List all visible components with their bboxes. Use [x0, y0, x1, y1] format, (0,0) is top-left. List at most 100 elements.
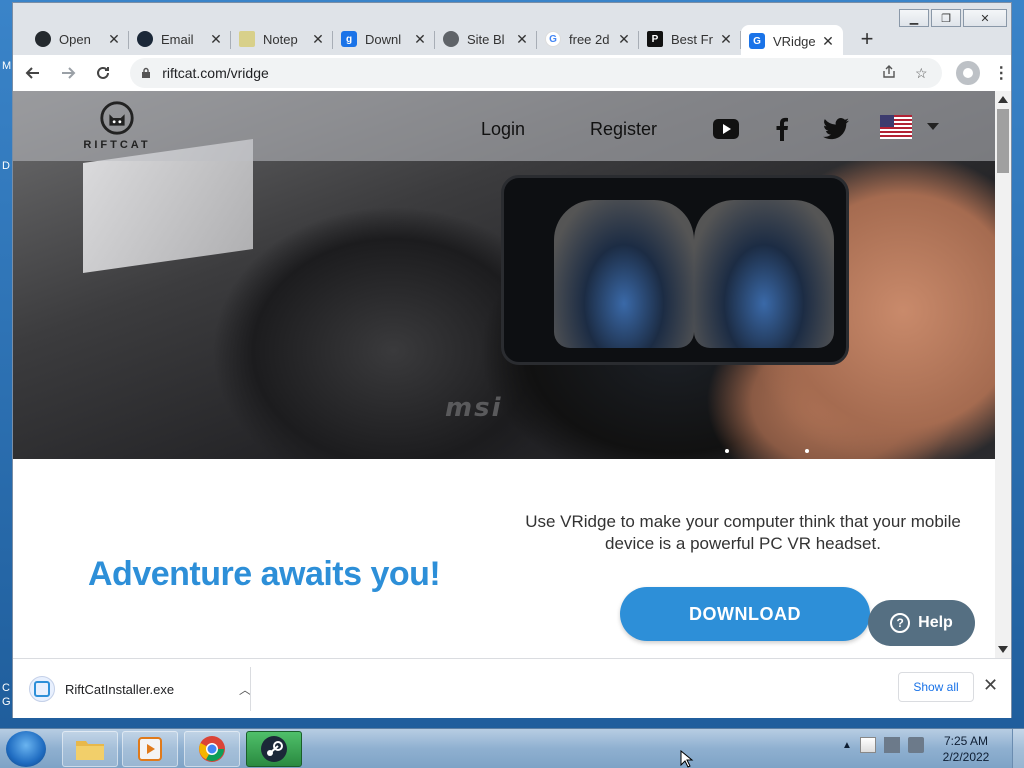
- scroll-up-arrow-icon[interactable]: [998, 96, 1008, 103]
- chrome-icon[interactable]: [184, 731, 240, 767]
- desktop-letter: D: [2, 160, 10, 172]
- profile-avatar[interactable]: [956, 61, 980, 85]
- github-icon: [35, 31, 51, 47]
- lock-icon: [142, 67, 151, 78]
- mouse-cursor-icon: [680, 750, 694, 768]
- tabs-container: Open ✕ Email ✕ Notep ✕ g Downl ✕ Site Bl: [27, 23, 881, 57]
- facebook-icon[interactable]: [769, 117, 795, 141]
- arrow-left-icon: [25, 67, 39, 79]
- tab-close-icon[interactable]: ✕: [719, 31, 733, 48]
- globe-icon: [443, 31, 459, 47]
- show-all-button[interactable]: Show all: [898, 672, 974, 702]
- scroll-thumb[interactable]: [997, 109, 1009, 173]
- tab-close-icon[interactable]: ✕: [107, 31, 121, 48]
- desktop-letter: M: [2, 60, 12, 72]
- google-icon: G: [545, 31, 561, 47]
- language-dropdown-chevron-icon[interactable]: [927, 123, 939, 130]
- new-tab-button[interactable]: +: [853, 25, 881, 53]
- address-bar[interactable]: riftcat.com/vridge ☆: [130, 58, 943, 88]
- register-link[interactable]: Register: [590, 119, 657, 140]
- minimize-button[interactable]: ▁: [899, 9, 929, 27]
- tab-title: Downl: [365, 31, 402, 47]
- tab-close-icon[interactable]: ✕: [821, 33, 835, 50]
- vr-left-lens: [554, 200, 694, 348]
- laptop-brand-logo: msi: [445, 393, 503, 423]
- download-shelf: RiftCatInstaller.exe ︿ Show all ✕: [13, 658, 1011, 718]
- network-icon[interactable]: [883, 737, 900, 753]
- installer-file-icon: [29, 676, 55, 702]
- share-icon[interactable]: [878, 64, 900, 82]
- clock-time: 7:25 AM: [943, 734, 989, 748]
- tab-best-free[interactable]: P Best Fr ✕: [639, 25, 741, 53]
- tab-site-blocker[interactable]: Site Bl ✕: [435, 25, 537, 53]
- tab-title: Notep: [263, 31, 298, 47]
- tab-title: Open: [59, 31, 91, 47]
- close-shelf-icon[interactable]: ✕: [983, 675, 998, 696]
- show-desktop-button[interactable]: [1012, 729, 1024, 768]
- tab-strip: Open ✕ Email ✕ Notep ✕ g Downl ✕ Site Bl: [13, 3, 1011, 57]
- steam-taskbar-icon[interactable]: [246, 731, 302, 767]
- volume-icon[interactable]: [907, 737, 924, 753]
- steam-icon: [137, 31, 153, 47]
- phone-vr-image: [501, 175, 849, 365]
- download-filename: RiftCatInstaller.exe: [65, 681, 175, 697]
- browser-window: Open ✕ Email ✕ Notep ✕ g Downl ✕ Site Bl: [12, 2, 1012, 718]
- system-clock[interactable]: 7:25 AM 2/2/2022: [932, 733, 1000, 765]
- scroll-down-arrow-icon[interactable]: [998, 646, 1008, 653]
- tab-vridge[interactable]: G VRidge ✕: [741, 25, 843, 57]
- vr-right-lens: [694, 200, 834, 348]
- twitter-icon[interactable]: [823, 117, 849, 141]
- desktop-letter: C: [2, 682, 10, 694]
- riftcat-logo[interactable]: RIFTCAT: [71, 99, 163, 155]
- tab-title: VRidge: [773, 33, 816, 49]
- cat-logo-icon: [100, 101, 134, 135]
- bookmark-star-icon[interactable]: ☆: [910, 65, 932, 82]
- us-flag-icon[interactable]: [880, 115, 912, 139]
- login-link[interactable]: Login: [481, 119, 525, 140]
- close-window-button[interactable]: ✕: [963, 9, 1007, 27]
- tab-download[interactable]: g Downl ✕: [333, 25, 435, 53]
- tray-expand-icon[interactable]: ▲: [842, 740, 852, 751]
- tab-close-icon[interactable]: ✕: [311, 31, 325, 48]
- question-icon: ?: [890, 613, 911, 633]
- tab-close-icon[interactable]: ✕: [515, 31, 529, 48]
- divider: [250, 667, 251, 711]
- download-button[interactable]: DOWNLOAD: [620, 587, 870, 641]
- reload-icon: [96, 66, 109, 79]
- tab-notepad[interactable]: Notep ✕: [231, 25, 333, 53]
- tagline-text: Use VRidge to make your computer think t…: [525, 512, 961, 553]
- clock-date: 2/2/2022: [942, 750, 990, 764]
- tab-free-2d[interactable]: G free 2d ✕: [537, 25, 639, 53]
- action-center-flag-icon[interactable]: [859, 737, 876, 753]
- tab-email[interactable]: Email ✕: [129, 25, 231, 53]
- maximize-button[interactable]: ❐: [931, 9, 961, 27]
- download-icon: g: [341, 31, 357, 47]
- desktop-letter: G: [2, 696, 11, 708]
- menu-kebab-icon[interactable]: ⋮: [992, 63, 1011, 83]
- site-header: RIFTCAT Login Register: [13, 91, 995, 161]
- forward-button[interactable]: [52, 57, 83, 89]
- media-player-icon[interactable]: [122, 731, 178, 767]
- url-text[interactable]: riftcat.com/vridge: [162, 65, 269, 81]
- explorer-folder-icon[interactable]: [62, 731, 118, 767]
- back-button[interactable]: [17, 57, 48, 89]
- page-headline: Adventure awaits you!: [88, 555, 441, 593]
- tab-close-icon[interactable]: ✕: [413, 31, 427, 48]
- page-viewport: msi RIFTCAT Login Register Adventure awa…: [13, 91, 995, 658]
- tab-title: Email: [161, 31, 194, 47]
- riftcat-icon: G: [749, 33, 765, 49]
- system-tray: ▲: [842, 737, 924, 753]
- tab-open[interactable]: Open ✕: [27, 25, 129, 53]
- download-item[interactable]: RiftCatInstaller.exe ︿: [29, 671, 251, 707]
- tab-close-icon[interactable]: ✕: [209, 31, 223, 48]
- reload-button[interactable]: [87, 57, 118, 89]
- tab-close-icon[interactable]: ✕: [617, 31, 631, 48]
- vertical-scrollbar[interactable]: [995, 91, 1011, 658]
- youtube-icon[interactable]: [713, 117, 739, 141]
- carousel-dots: [725, 449, 825, 453]
- tab-title: Site Bl: [467, 31, 505, 47]
- help-button[interactable]: ? Help: [868, 600, 975, 646]
- intro-section: Adventure awaits you! Use VRidge to make…: [13, 459, 995, 658]
- logo-wordmark: RIFTCAT: [83, 139, 151, 151]
- start-button[interactable]: [6, 731, 46, 767]
